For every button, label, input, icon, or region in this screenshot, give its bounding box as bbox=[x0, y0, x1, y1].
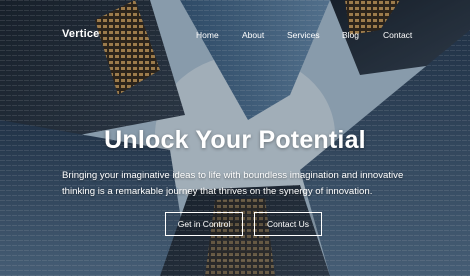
nav-item-blog[interactable]: Blog bbox=[342, 30, 359, 40]
hero-subtitle: Bringing your imaginative ideas to life … bbox=[62, 170, 404, 197]
hero-headline: Unlock Your Potential bbox=[104, 126, 366, 154]
nav-item-contact[interactable]: Contact bbox=[383, 30, 412, 40]
contact-us-button[interactable]: Contact Us bbox=[254, 212, 322, 236]
nav-item-home[interactable]: Home bbox=[196, 30, 219, 40]
get-in-control-button[interactable]: Get in Control bbox=[165, 212, 243, 236]
top-navigation: Vertice Home About Services Blog Contact bbox=[0, 0, 470, 70]
hero-section: Vertice Home About Services Blog Contact… bbox=[0, 0, 470, 276]
nav-menu: Home About Services Blog Contact bbox=[0, 30, 470, 44]
nav-item-services[interactable]: Services bbox=[287, 30, 320, 40]
nav-item-about[interactable]: About bbox=[242, 30, 264, 40]
